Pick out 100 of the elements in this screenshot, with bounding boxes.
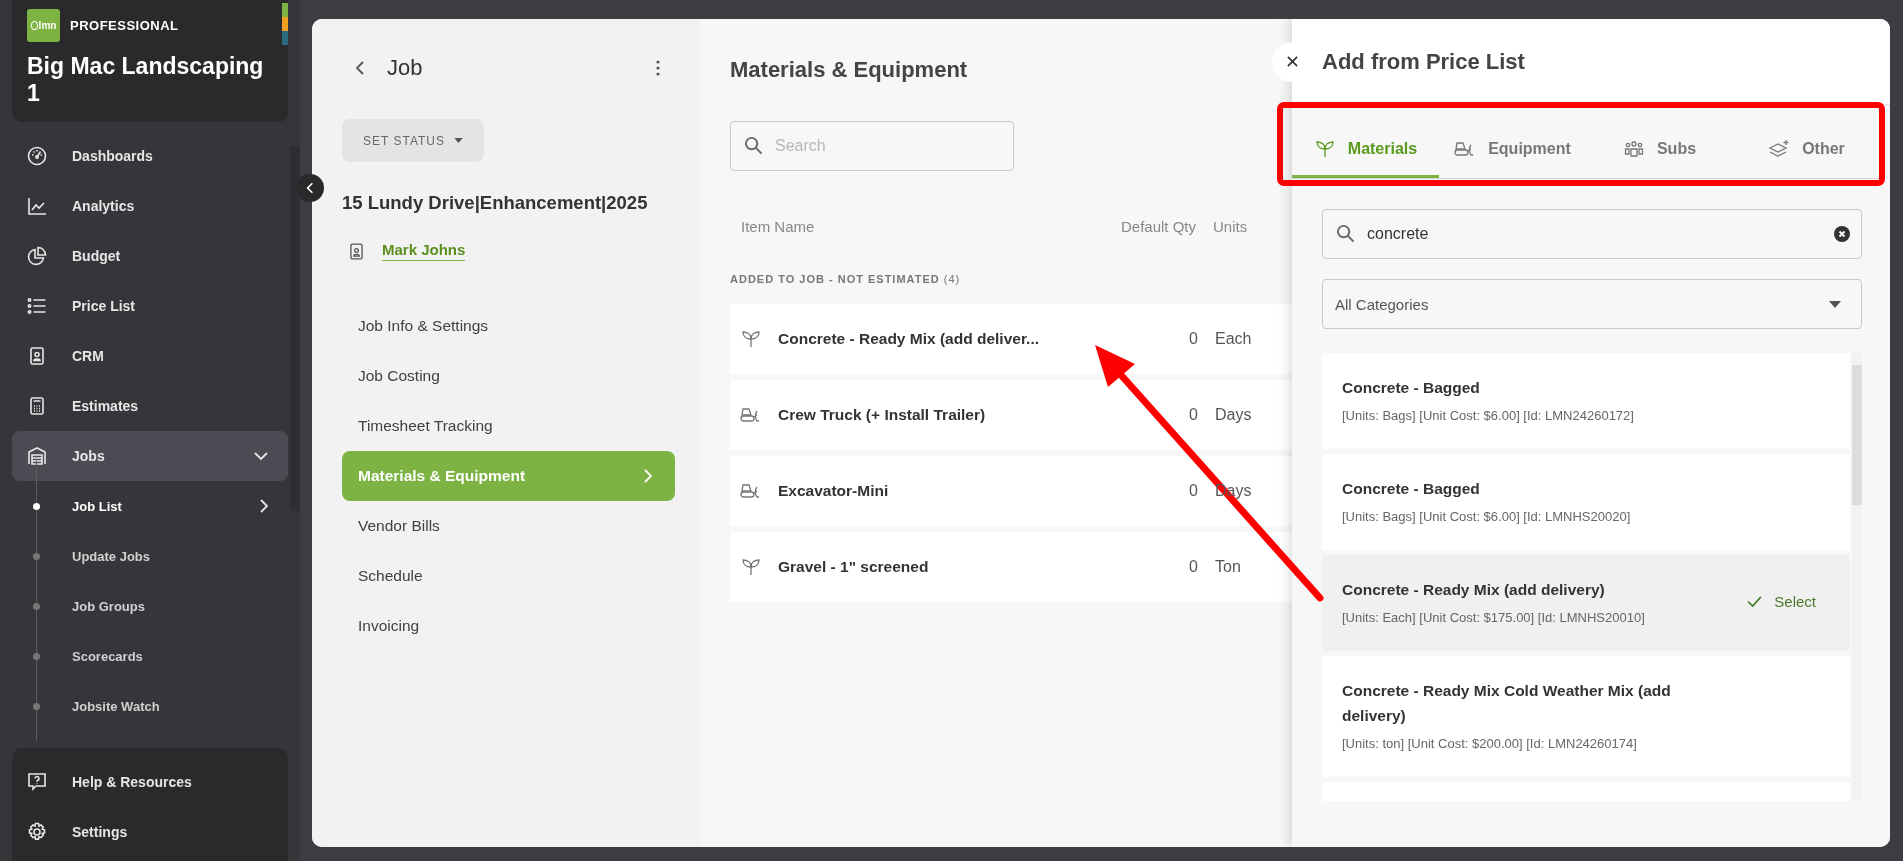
nav-subitem[interactable]: Jobsite Watch [12, 681, 288, 731]
menu-item[interactable]: Schedule [342, 551, 675, 601]
nav-item[interactable]: CRM [12, 331, 288, 381]
caret-icon [1829, 300, 1841, 308]
item-name: Excavator-Mini [778, 482, 890, 500]
bulldozer-icon [740, 481, 762, 501]
contact-card-icon [27, 346, 47, 366]
line-chart-icon [27, 196, 47, 216]
search-icon [744, 136, 763, 155]
company-name: Big Mac Landscaping 1 [27, 53, 265, 107]
bullet-dot [33, 502, 40, 510]
nav-subitem[interactable]: Job Groups [12, 581, 288, 631]
sprout-icon [740, 557, 762, 577]
nav-item[interactable]: Settings [12, 807, 288, 857]
price-list-item[interactable]: Concrete - Ready Mix Cold Weather Mix (add delivery) [Units: ton] [Unit Cost: $200.00] [Id: LMN24260174] [1322, 656, 1850, 777]
check-icon [1747, 595, 1763, 607]
sprout-icon [1313, 139, 1336, 159]
nav-subitem[interactable]: Scorecards [12, 631, 288, 681]
section-title: Materials & Equipment [730, 56, 969, 84]
search-field[interactable]: Search [730, 121, 1014, 171]
price-list-item[interactable]: Concrete - Bagged [Units: Bags] [Unit Cost: $6.00] [Id: LMN24260172] [1322, 353, 1850, 449]
contact-card-icon [350, 242, 363, 260]
item-title: Concrete - Bagged [1342, 479, 1481, 499]
item-units: Days [1215, 406, 1252, 424]
menu-item[interactable]: Job Costing [342, 351, 675, 401]
bullet-dot [33, 652, 40, 660]
search-icon [1336, 224, 1355, 243]
nav-item[interactable]: Budget [12, 231, 288, 281]
menu-item[interactable]: Invoicing [342, 601, 675, 651]
bullet-dot [33, 552, 40, 560]
group-label: ADDED TO JOB - NOT ESTIMATED (4) [730, 273, 962, 287]
job-address: 15 Lundy Drive|Enhancement|2025 [342, 192, 649, 214]
people-group-icon [1622, 139, 1645, 159]
more-options-icon[interactable] [656, 60, 660, 76]
settings-icon [27, 822, 47, 842]
item-qty: 0 [1188, 406, 1198, 424]
bullet-dot [33, 602, 40, 610]
close-icon [1285, 55, 1299, 68]
menu-item[interactable]: Timesheet Tracking [342, 401, 675, 451]
item-title: Concrete - Ready Mix Cold Weather Mix (add delivery) [1342, 681, 1672, 726]
price-list-item[interactable]: Concrete - Bagged [Units: Bags] [Unit Cost: $6.00] [Id: LMNHS20020] [1322, 454, 1850, 550]
help-icon [27, 772, 47, 792]
column-header: Item Name [741, 217, 816, 235]
select-button[interactable]: Select [1747, 588, 1816, 614]
back-icon[interactable] [355, 60, 365, 76]
gauge-icon [27, 146, 47, 166]
item-title: Concrete - Ready Mix (add delivery) [1342, 580, 1606, 600]
item-details: [Units: Bags] [Unit Cost: $6.00] [Id: LMNHS20020] [1342, 509, 1632, 524]
item-units: Ton [1215, 558, 1241, 576]
column-header: Default Qty [1119, 217, 1196, 235]
logo: lmn [27, 9, 60, 42]
category-dropdown[interactable]: All Categories [1322, 279, 1862, 329]
tab[interactable]: Other [1733, 105, 1880, 178]
bulldozer-icon [740, 405, 762, 425]
nav-item[interactable]: Estimates [12, 381, 288, 431]
sprout-icon [740, 329, 762, 349]
edition-label: PROFESSIONAL [70, 18, 179, 33]
menu-item[interactable]: Vendor Bills [342, 501, 675, 551]
tab[interactable]: Subs [1586, 105, 1733, 178]
nav-item[interactable]: Jobs [12, 431, 288, 481]
item-row[interactable]: Concrete - Ready Mix (add deliver... 0 Each [730, 304, 1292, 374]
item-details: [Units: Each] [Unit Cost: $175.00] [Id: LMNHS20010] [1342, 610, 1646, 625]
item-details: [Units: ton] [Unit Cost: $200.00] [Id: LMN24260174] [1342, 736, 1638, 751]
pie-chart-icon [27, 246, 47, 266]
list-icon [27, 296, 47, 316]
page-title: Job [387, 55, 424, 81]
price-list-item[interactable]: Concrete - Ready Mix (add delivery) [Units: Each] [Unit Cost: $175.00] [Id: LMNHS20010] Select [1322, 555, 1850, 651]
caret-icon [454, 138, 463, 143]
item-qty: 0 [1188, 558, 1198, 576]
garage-icon [27, 446, 47, 466]
search-field[interactable]: concrete [1322, 209, 1862, 259]
item-units: Each [1215, 330, 1252, 348]
chevron-right-icon [643, 468, 653, 484]
item-name: Gravel - 1" screened [778, 558, 930, 576]
nav-subitem[interactable]: Update Jobs [12, 531, 288, 581]
nav-item[interactable]: Help & Resources [12, 757, 288, 807]
chevron-left-icon [306, 181, 314, 195]
color-strip [282, 3, 288, 45]
item-row[interactable]: Crew Truck (+ Install Trailer) 0 Days [730, 380, 1292, 450]
bullet-dot [33, 702, 40, 710]
menu-item[interactable]: Job Info & Settings [342, 301, 675, 351]
calculator-icon [27, 396, 47, 416]
chevron-right-icon [259, 498, 269, 514]
nav-item[interactable]: Price List [12, 281, 288, 331]
layers-plus-icon [1768, 139, 1791, 159]
item-name: Crew Truck (+ Install Trailer) [778, 406, 987, 424]
clear-icon[interactable] [1834, 226, 1850, 242]
tab[interactable]: Equipment [1439, 105, 1586, 178]
nav-subitem[interactable]: Job List [12, 481, 288, 531]
nav-item[interactable]: Analytics [12, 181, 288, 231]
item-name: Concrete - Ready Mix (add deliver... [778, 330, 1040, 348]
item-details: [Units: Bags] [Unit Cost: $6.00] [Id: LMN24260172] [1342, 408, 1635, 423]
item-title: Concrete - Bagged [1342, 378, 1481, 398]
item-row[interactable]: Gravel - 1" screened 0 Ton [730, 532, 1292, 602]
column-header: Units [1213, 217, 1248, 235]
item-qty: 0 [1188, 330, 1198, 348]
item-qty: 0 [1188, 482, 1198, 500]
drawer-title: Add from Price List [1322, 48, 1525, 75]
nav-item[interactable]: Dashboards [12, 131, 288, 181]
set-status-button[interactable]: SET STATUS [342, 119, 484, 162]
